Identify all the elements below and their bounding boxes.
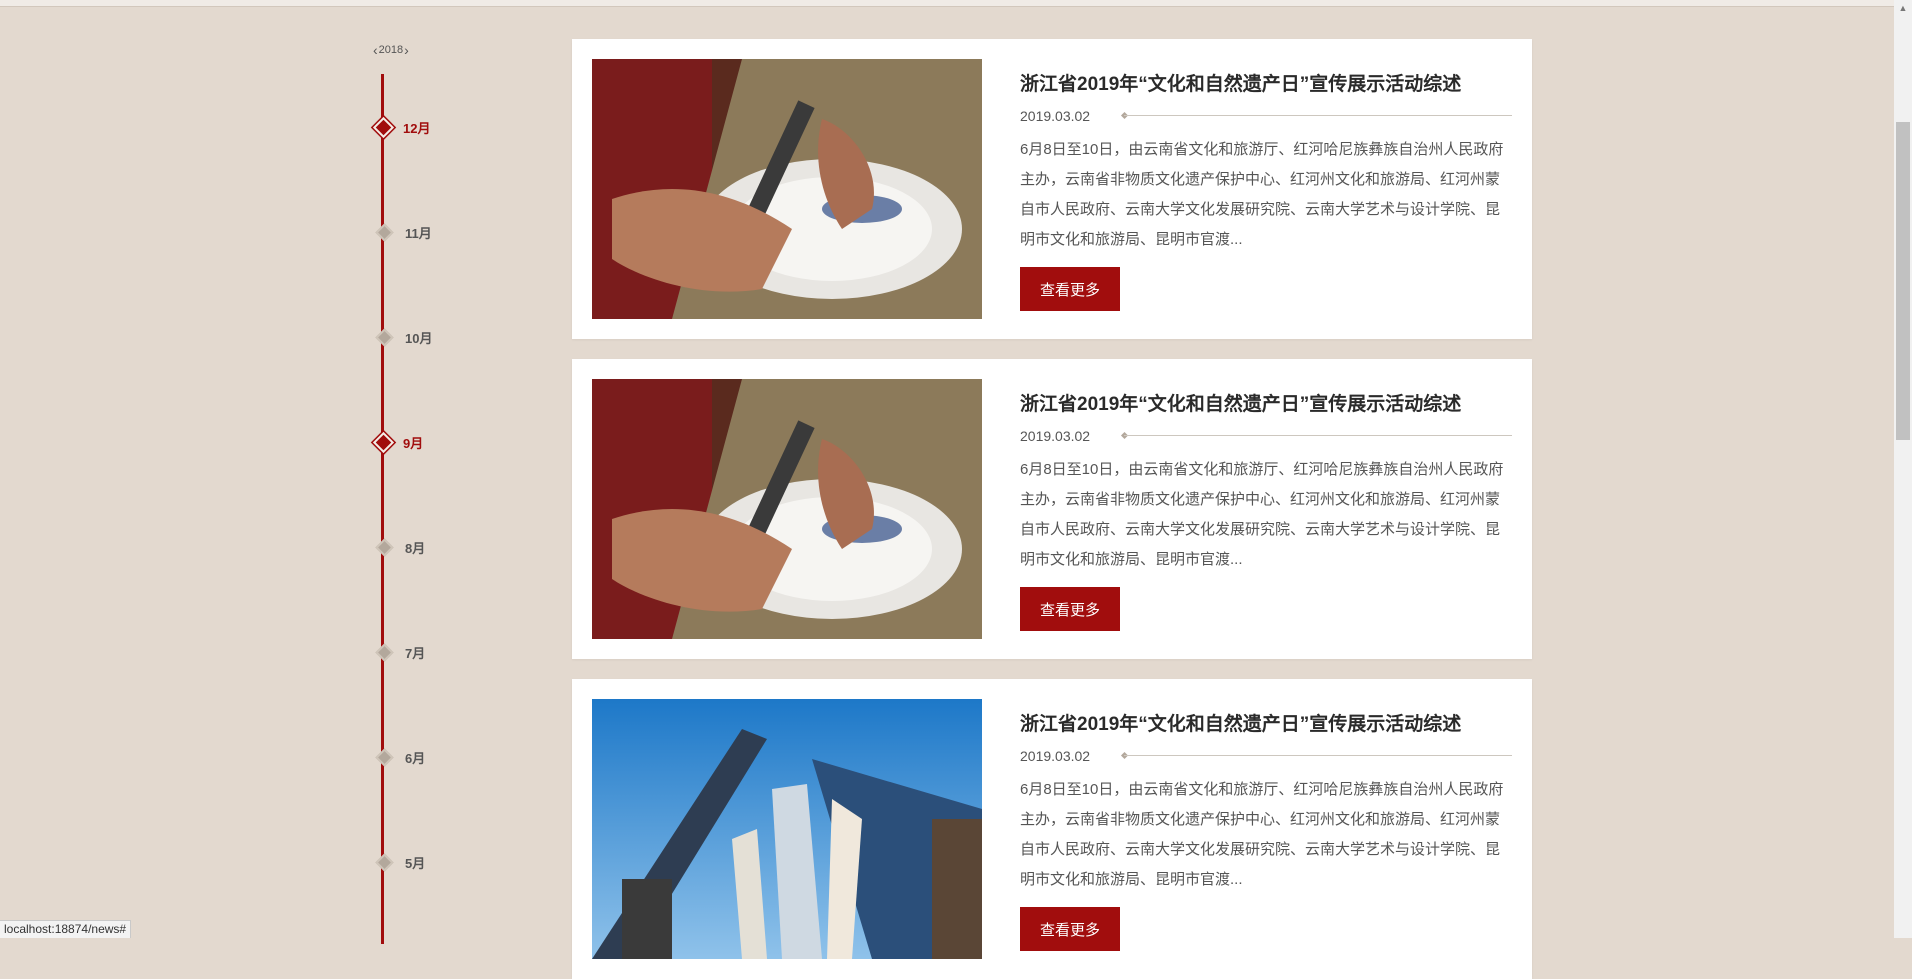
news-date: 2019.03.02 [1020,428,1091,444]
news-image[interactable] [592,379,982,639]
diamond-marker-icon [375,643,394,662]
timeline-month-11[interactable]: 11月 [370,223,432,242]
diamond-marker-icon [372,431,395,454]
chevron-right-icon[interactable]: › [404,43,409,57]
diamond-marker-icon [372,116,395,139]
view-more-button[interactable]: 查看更多 [1020,587,1120,631]
month-label: 6月 [405,751,426,766]
news-card: 浙江省2019年“文化和自然遗产日”宣传展示活动综述 2019.03.02 6月… [572,679,1532,979]
diamond-marker-icon [375,538,394,557]
news-excerpt: 6月8日至10日，由云南省文化和旅游厅、红河哈尼族彝族自治州人民政府主办，云南省… [1020,141,1504,248]
news-image[interactable] [592,59,982,319]
date-divider [1124,435,1512,436]
diamond-marker-icon [375,328,394,347]
month-label: 11月 [405,226,432,241]
scrollbar-thumb[interactable] [1896,122,1910,440]
top-rule [0,0,1894,7]
timeline-month-6[interactable]: 6月 [370,748,425,767]
year-selector[interactable]: ‹ 2018 › [373,43,409,57]
diamond-marker-icon [375,748,394,767]
news-image[interactable] [592,699,982,959]
news-card: 浙江省2019年“文化和自然遗产日”宣传展示活动综述 2019.03.02 6月… [572,39,1532,339]
view-more-button[interactable]: 查看更多 [1020,267,1120,311]
news-excerpt: 6月8日至10日，由云南省文化和旅游厅、红河哈尼族彝族自治州人民政府主办，云南省… [1020,461,1504,568]
diamond-marker-icon [375,223,394,242]
news-excerpt: 6月8日至10日，由云南省文化和旅游厅、红河哈尼族彝族自治州人民政府主办，云南省… [1020,781,1504,888]
news-date: 2019.03.02 [1020,108,1091,124]
month-label: 10月 [405,331,433,346]
timeline-month-10[interactable]: 10月 [370,328,432,347]
timeline-month-5[interactable]: 5月 [370,853,425,872]
scroll-up-icon[interactable]: ▲ [1894,0,1912,16]
year-label: 2018 [378,44,404,56]
status-bar-url: localhost:18874/news# [0,920,132,938]
timeline-month-12[interactable]: 12月 [370,116,431,139]
timeline-line [381,74,384,944]
view-more-button[interactable]: 查看更多 [1020,907,1120,951]
timeline-month-8[interactable]: 8月 [370,538,425,557]
diamond-marker-icon [375,853,394,872]
month-label: 8月 [405,541,426,556]
month-label: 9月 [403,436,424,451]
timeline-month-9[interactable]: 9月 [370,431,424,454]
timeline-month-7[interactable]: 7月 [370,643,425,662]
news-title[interactable]: 浙江省2019年“文化和自然遗产日”宣传展示活动综述 [1020,389,1461,416]
month-label: 7月 [405,646,426,661]
news-date: 2019.03.02 [1020,748,1091,764]
month-label: 5月 [405,856,426,871]
news-card: 浙江省2019年“文化和自然遗产日”宣传展示活动综述 2019.03.02 6月… [572,359,1532,659]
news-title[interactable]: 浙江省2019年“文化和自然遗产日”宣传展示活动综述 [1020,69,1461,96]
page-scrollbar[interactable]: ▲ [1894,0,1912,938]
date-divider [1124,115,1512,116]
month-label: 12月 [403,121,431,136]
chevron-left-icon[interactable]: ‹ [373,43,378,57]
date-divider [1124,755,1512,756]
news-title[interactable]: 浙江省2019年“文化和自然遗产日”宣传展示活动综述 [1020,709,1461,736]
